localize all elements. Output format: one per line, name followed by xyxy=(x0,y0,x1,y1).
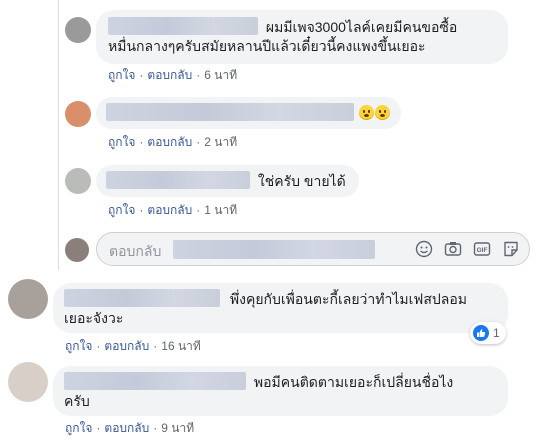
comment-bubble: ใช่ครับ ขายได้ xyxy=(96,165,359,197)
comment-actions: ถูกใจ · ตอบกลับ · 16 นาที xyxy=(65,339,201,353)
avatar[interactable] xyxy=(8,362,48,402)
timestamp[interactable]: 1 นาที xyxy=(204,203,237,217)
comment-bubble: ผมมีเพจ3000ไลค์เคยมีคนขอซื้อ หมื่นกลางๆค… xyxy=(96,10,508,64)
comment-text: ใช่ครับ ขายได้ xyxy=(257,173,346,189)
comment-bubble xyxy=(96,97,401,129)
camera-icon[interactable] xyxy=(443,239,463,259)
comment-text-cont: เยอะจังวะ xyxy=(64,310,124,326)
reply-input[interactable]: ตอบกลับ GIF xyxy=(96,232,530,266)
comment-bubble: พึ่งคุยกับเพื่อนตะกี้เลยว่าทำไมเฟสปลอม เ… xyxy=(53,283,508,333)
blurred-author-name[interactable] xyxy=(108,17,258,35)
like-link[interactable]: ถูกใจ xyxy=(108,135,135,149)
timestamp[interactable]: 16 นาที xyxy=(161,339,201,353)
reply-link[interactable]: ตอบกลับ xyxy=(147,203,192,217)
thumbs-up-icon xyxy=(473,325,489,341)
timestamp[interactable]: 6 นาที xyxy=(204,68,237,82)
reply-link[interactable]: ตอบกลับ xyxy=(147,68,192,82)
like-link[interactable]: ถูกใจ xyxy=(108,68,135,82)
gif-icon[interactable]: GIF xyxy=(472,239,492,259)
comment-actions: ถูกใจ · ตอบกลับ · 6 นาที xyxy=(108,68,238,82)
reply-placeholder: ตอบกลับ xyxy=(109,243,162,259)
comment-text: พอมีคนติดตามเยอะก็เปลี่ยนชื่อไง xyxy=(253,374,454,390)
like-link[interactable]: ถูกใจ xyxy=(65,421,92,435)
comment-actions: ถูกใจ · ตอบกลับ · 2 นาที xyxy=(108,135,238,149)
blurred-author-name[interactable] xyxy=(64,289,220,307)
comment-text: พึ่งคุยกับเพื่อนตะกี้เลยว่าทำไมเฟสปลอม xyxy=(229,291,467,307)
comment-actions: ถูกใจ · ตอบกลับ · 1 นาที xyxy=(108,203,238,217)
reply-link[interactable]: ตอบกลับ xyxy=(104,421,149,435)
comment-bubble: พอมีคนติดตามเยอะก็เปลี่ยนชื่อไง ครับ xyxy=(53,366,508,416)
timestamp[interactable]: 9 นาที xyxy=(161,421,194,435)
svg-text:GIF: GIF xyxy=(477,247,488,254)
avatar[interactable] xyxy=(65,17,91,43)
comment-actions: ถูกใจ · ตอบกลับ · 9 นาที xyxy=(65,421,195,435)
emoji-icon[interactable] xyxy=(414,239,434,259)
comment-text-cont: ครับ xyxy=(64,393,90,409)
avatar[interactable] xyxy=(65,168,91,194)
sticker-icon[interactable] xyxy=(501,239,521,259)
like-link[interactable]: ถูกใจ xyxy=(65,339,92,353)
smiling-face-icon xyxy=(358,105,374,120)
comment-text: ผมมีเพจ3000ไลค์เคยมีคนขอซื้อ xyxy=(265,19,458,35)
reaction-count[interactable]: 1 xyxy=(470,322,506,344)
blurred-author-name[interactable] xyxy=(106,103,354,121)
reply-thread-line xyxy=(58,0,59,270)
reply-link[interactable]: ตอบกลับ xyxy=(147,135,192,149)
comment-text-cont: หมื่นกลางๆครับสมัยหลานปีแล้วเดี๋ยวนี้คงแ… xyxy=(108,38,426,54)
timestamp[interactable]: 2 นาที xyxy=(204,135,237,149)
avatar[interactable] xyxy=(65,101,91,127)
blurred-author-name[interactable] xyxy=(106,171,250,189)
like-link[interactable]: ถูกใจ xyxy=(108,203,135,217)
reaction-number: 1 xyxy=(493,326,500,340)
blurred-author-name[interactable] xyxy=(64,372,246,390)
blurred-mention xyxy=(173,240,375,259)
current-user-avatar xyxy=(65,238,89,262)
avatar[interactable] xyxy=(8,279,48,319)
smiling-face-icon xyxy=(374,105,390,120)
reply-link[interactable]: ตอบกลับ xyxy=(104,339,149,353)
